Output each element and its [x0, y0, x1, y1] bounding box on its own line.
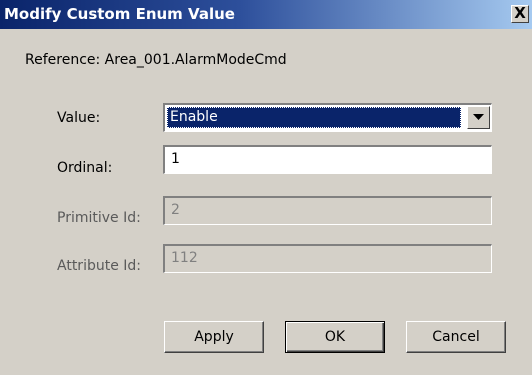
apply-button[interactable]: Apply	[164, 321, 264, 353]
title-bar: Modify Custom Enum Value X	[0, 0, 532, 29]
attribute-id-input: 112	[163, 244, 492, 273]
chevron-down-icon	[473, 114, 484, 120]
value-dropdown[interactable]: Enable	[163, 103, 492, 132]
close-icon: X	[514, 4, 526, 22]
primitive-id-input: 2	[163, 196, 492, 225]
cancel-button[interactable]: Cancel	[406, 321, 506, 353]
value-selected: Enable	[167, 107, 461, 128]
value-label: Value:	[57, 110, 101, 126]
close-button[interactable]: X	[511, 5, 529, 23]
reference-text: Reference: Area_001.AlarmModeCmd	[25, 52, 287, 68]
ordinal-input[interactable]: 1	[163, 145, 492, 174]
ok-button[interactable]: OK	[285, 321, 385, 353]
dialog-title: Modify Custom Enum Value	[4, 5, 235, 23]
dropdown-arrow-button[interactable]	[467, 106, 490, 129]
ordinal-label: Ordinal:	[57, 160, 113, 176]
primitive-id-label: Primitive Id:	[57, 210, 141, 226]
attribute-id-label: Attribute Id:	[57, 258, 141, 274]
